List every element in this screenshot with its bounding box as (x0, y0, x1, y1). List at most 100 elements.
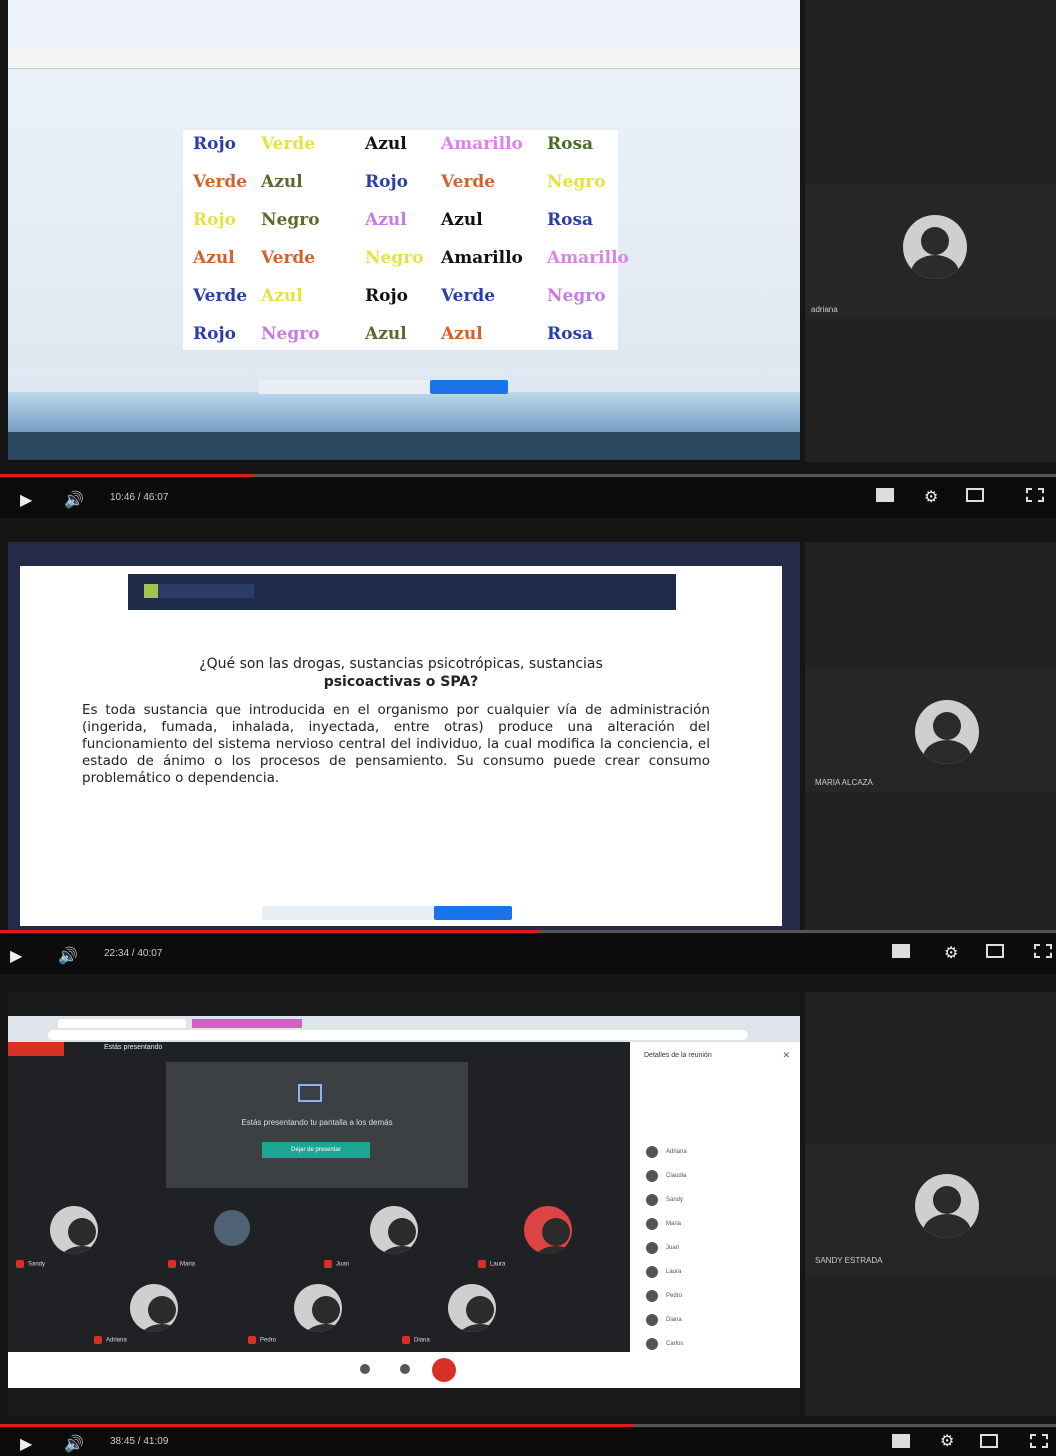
people-list-item[interactable]: Claudia (640, 1168, 790, 1184)
fullscreen-icon[interactable] (1034, 944, 1052, 958)
windows-taskbar (8, 432, 800, 460)
participant-avatar (214, 1210, 250, 1246)
stroop-word: Azul (441, 324, 483, 344)
browser-tab[interactable] (58, 1019, 186, 1028)
stop-share-button[interactable] (434, 906, 512, 920)
screen-share-icon (298, 1084, 322, 1102)
play-icon[interactable]: ▶ (20, 490, 32, 510)
fullscreen-icon[interactable] (1030, 1434, 1048, 1448)
stroop-word: Verde (193, 286, 248, 306)
people-list-item[interactable]: Diana (640, 1312, 790, 1328)
miniplayer-icon[interactable] (966, 488, 984, 502)
volume-icon[interactable]: 🔊 (64, 490, 84, 510)
participant-avatar (448, 1284, 496, 1332)
video-tile[interactable]: Juan (324, 1200, 474, 1270)
people-list-item[interactable]: Adriana (640, 1144, 790, 1160)
address-bar[interactable] (48, 1030, 748, 1040)
tile-name: Pedro (248, 1336, 276, 1344)
share-notice (262, 906, 442, 920)
play-icon[interactable]: ▶ (20, 1434, 32, 1454)
person-name: Laura (666, 1269, 682, 1275)
person-name: Pedro (666, 1293, 683, 1299)
volume-icon[interactable]: 🔊 (64, 1434, 84, 1454)
person-avatar (646, 1170, 658, 1182)
subtitles-icon[interactable] (876, 488, 894, 502)
slide-question-line2: psicoactivas o SPA? (323, 674, 479, 690)
subtitles-icon[interactable] (892, 944, 910, 958)
video-tile[interactable]: Diana (402, 1278, 552, 1348)
people-list-item[interactable]: Carlos (640, 1336, 790, 1352)
play-icon[interactable]: ▶ (10, 946, 22, 966)
tile-name: Diana (402, 1336, 430, 1344)
tile-name: Sandy (16, 1260, 45, 1268)
person-name: Carlos (666, 1341, 684, 1347)
stroop-word: Rojo (193, 134, 236, 154)
player-controls: ▶ 🔊 22:34 / 40:07 ⚙ (0, 934, 1056, 974)
tile-name: Maria (168, 1260, 195, 1268)
stroop-word: Negro (261, 324, 320, 344)
person-name: Adriana (666, 1149, 687, 1155)
stroop-word: Negro (547, 172, 606, 192)
shared-screen-3: Estás presentando Estás presentando tu p… (8, 992, 800, 1416)
progress-bar[interactable] (0, 930, 1056, 933)
participant-tile[interactable]: adriana (805, 185, 1056, 317)
participant-avatar (294, 1284, 342, 1332)
stroop-word: Rojo (365, 286, 408, 306)
person-avatar (646, 1218, 658, 1230)
stroop-word: Azul (261, 172, 303, 192)
stroop-word: Negro (547, 286, 606, 306)
people-list-item[interactable]: Pedro (640, 1288, 790, 1304)
progress-bar[interactable] (0, 1424, 1056, 1427)
miniplayer-icon[interactable] (980, 1434, 998, 1448)
slide-body-text: Es toda sustancia que introducida en el … (82, 702, 710, 786)
presenting-text: Estás presentando tu pantalla a los demá… (241, 1118, 393, 1127)
participants-column-2: MARIA ALCAZA (805, 542, 1056, 930)
time-display: 38:45 / 41:09 (110, 1436, 169, 1447)
gear-icon[interactable]: ⚙ (944, 943, 958, 963)
institution-logo (144, 584, 254, 598)
gear-icon[interactable]: ⚙ (940, 1431, 954, 1451)
person-avatar (646, 1314, 658, 1326)
camera-button[interactable] (400, 1364, 410, 1374)
stroop-word: Amarillo (547, 248, 629, 268)
video-panel-1: Rojo Verde Azul Amarillo Rosa Verde Azul Rojo Ve… (0, 0, 1056, 518)
fullscreen-icon[interactable] (1026, 488, 1044, 502)
people-list-item[interactable]: Maria (640, 1216, 790, 1232)
participants-column-3: SANDY ESTRADA (805, 992, 1056, 1416)
gear-icon[interactable]: ⚙ (924, 487, 938, 507)
stroop-grid: Rojo Verde Azul Amarillo Rosa Verde Azul Rojo Ve… (183, 130, 629, 350)
stroop-word: Verde (441, 172, 496, 192)
stroop-word: Rosa (547, 134, 594, 154)
close-icon[interactable]: ✕ (782, 1050, 790, 1061)
person-name: Claudia (666, 1173, 687, 1179)
video-panel-3: Estás presentando Estás presentando tu p… (0, 974, 1056, 1456)
video-tile[interactable]: Sandy (14, 1200, 164, 1270)
participant-avatar (915, 1174, 979, 1238)
stop-share-button[interactable] (430, 380, 508, 394)
video-tile[interactable]: Maria (168, 1200, 318, 1270)
mic-button[interactable] (360, 1364, 370, 1374)
browser-tab-active[interactable] (192, 1019, 302, 1028)
participant-tile[interactable]: MARIA ALCAZA (805, 670, 1056, 792)
time-display: 22:34 / 40:07 (104, 948, 163, 959)
stroop-word: Verde (261, 248, 316, 268)
video-tile[interactable]: Laura (478, 1200, 628, 1270)
meeting-details-panel: Detalles de la reunión ✕ Adriana Claudia S… (630, 1042, 800, 1388)
progress-bar[interactable] (0, 474, 1056, 477)
people-list-item[interactable]: Laura (640, 1264, 790, 1280)
tile-name: Laura (478, 1260, 505, 1268)
stop-presenting-button[interactable]: Dejar de presentar (262, 1142, 370, 1158)
stroop-word: Azul (365, 134, 407, 154)
volume-icon[interactable]: 🔊 (58, 946, 78, 966)
participant-name: SANDY ESTRADA (815, 1256, 883, 1265)
people-list-item[interactable]: Juan (640, 1240, 790, 1256)
people-list-item[interactable]: Sandy (640, 1192, 790, 1208)
stroop-word: Azul (193, 248, 235, 268)
end-call-button[interactable] (432, 1358, 456, 1382)
subtitles-icon[interactable] (892, 1434, 910, 1448)
video-tile[interactable]: Adriana (94, 1278, 244, 1348)
participant-tile[interactable]: SANDY ESTRADA (805, 1144, 1056, 1274)
participant-avatar (370, 1206, 418, 1254)
video-tile[interactable]: Pedro (248, 1278, 398, 1348)
miniplayer-icon[interactable] (986, 944, 1004, 958)
